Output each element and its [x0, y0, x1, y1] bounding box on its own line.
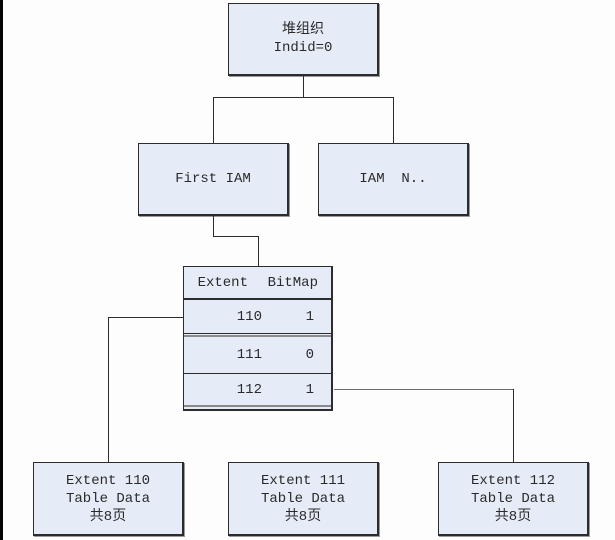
header-extent: Extent [197, 274, 248, 291]
extent-111-node: Extent 111 Table Data 共8页 [228, 462, 379, 536]
connector-iam-down [213, 216, 214, 237]
root-indid: Indid=0 [273, 40, 333, 56]
connector-to-table [258, 236, 259, 266]
row-bit: 1 [305, 382, 314, 398]
extent-pages: 共8页 [89, 508, 127, 525]
iam-n-node: IAM N.. [318, 143, 469, 216]
extent-type: Table Data [65, 490, 150, 507]
connector-to-first-iam [213, 97, 214, 143]
extent-bitmap-table: Extent BitMap 110 1 111 0 112 1 [183, 266, 333, 411]
row-extent: 111 [236, 347, 262, 363]
connector-to-extent-112 [513, 389, 514, 462]
table-divider [184, 405, 331, 407]
connector-row112-right [334, 389, 514, 390]
root-node-heap: 堆组织 Indid=0 [228, 3, 379, 76]
row-extent: 110 [236, 309, 262, 325]
first-iam-label: First IAM [175, 171, 251, 187]
extent-type: Table Data [470, 490, 555, 507]
iam-n-label: IAM N.. [359, 171, 427, 187]
row-bit: 0 [305, 347, 314, 363]
connector-root-branch [213, 97, 394, 98]
row-bit: 1 [305, 309, 314, 325]
table-divider [184, 333, 331, 334]
table-bottom-line [184, 409, 331, 410]
connector-root-down [303, 76, 304, 97]
extent-110-node: Extent 110 Table Data 共8页 [33, 462, 184, 536]
row-extent: 112 [236, 382, 262, 398]
connector-to-extent-110 [108, 317, 109, 462]
table-header-row: Extent BitMap [184, 267, 331, 298]
extent-type: Table Data [260, 490, 345, 507]
connector-to-iam-n [393, 97, 394, 143]
extent-pages: 共8页 [284, 508, 322, 525]
connector-iam-step [213, 236, 259, 237]
table-divider [184, 335, 331, 337]
extent-label: Extent 112 [470, 472, 555, 489]
table-row: 111 0 [184, 338, 331, 372]
table-row: 110 1 [184, 301, 331, 333]
extent-label: Extent 110 [65, 472, 150, 489]
root-title: 堆组织 [282, 22, 324, 38]
table-row: 112 1 [184, 374, 331, 406]
window-edge [0, 0, 3, 540]
header-bitmap: BitMap [267, 274, 318, 291]
extent-112-node: Extent 112 Table Data 共8页 [438, 462, 589, 536]
table-divider [184, 298, 331, 300]
first-iam-node: First IAM [138, 143, 289, 216]
extent-label: Extent 111 [260, 472, 345, 489]
extent-pages: 共8页 [494, 508, 532, 525]
connector-row110-left [108, 317, 183, 318]
